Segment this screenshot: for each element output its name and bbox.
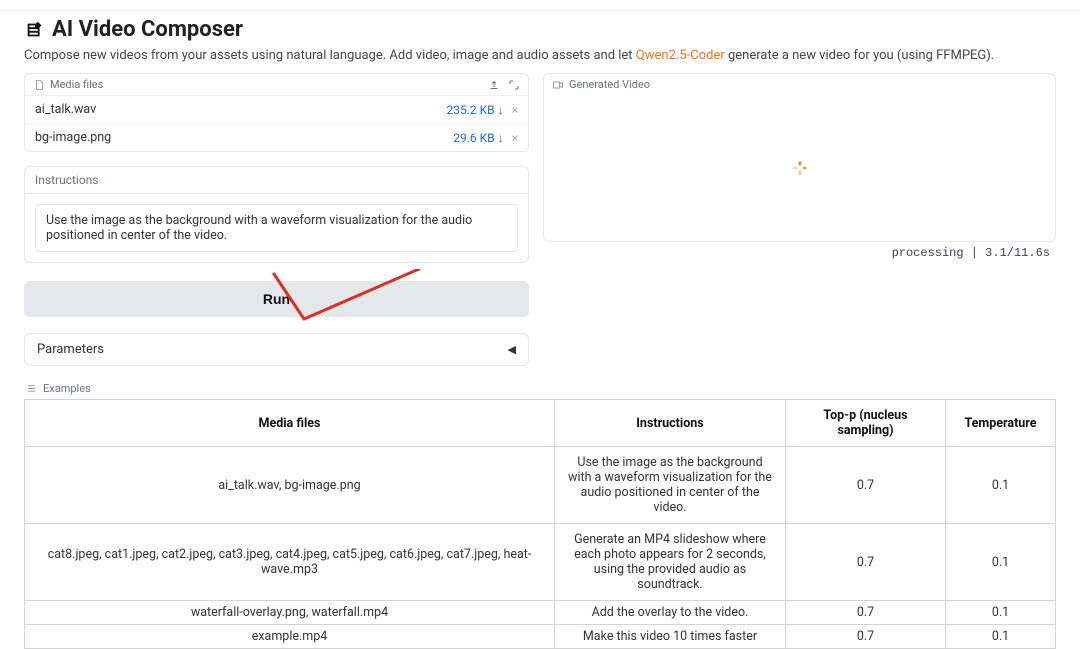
examples-row[interactable]: ai_talk.wav, bg-image.pngUse the image a… [25, 447, 1056, 524]
examples-cell: 0.1 [946, 601, 1056, 625]
page-subtitle: Compose new videos from your assets usin… [24, 48, 1056, 63]
file-icon [33, 79, 45, 91]
examples-row[interactable]: cat8.jpeg, cat1.jpeg, cat2.jpeg, cat3.jp… [25, 524, 1056, 601]
examples-cell: ai_talk.wav, bg-image.png [25, 447, 555, 524]
examples-cell: 0.7 [786, 625, 946, 649]
examples-cell: Use the image as the background with a w… [555, 447, 786, 524]
file-size[interactable]: 235.2 KB ↓ [446, 103, 503, 117]
loading-spinner-icon [792, 160, 808, 176]
examples-column-header: Top-p (nucleus sampling) [786, 400, 946, 447]
media-files-panel: Media files ai_talk.wav235.2 KB ↓×bg-ima… [24, 73, 529, 152]
expand-icon[interactable] [508, 79, 520, 91]
media-files-label: Media files [50, 78, 103, 91]
file-name: bg-image.png [35, 130, 111, 145]
examples-column-header: Instructions [555, 400, 786, 447]
run-button[interactable]: Run [24, 281, 529, 317]
examples-column-header: Temperature [946, 400, 1056, 447]
examples-cell: cat8.jpeg, cat1.jpeg, cat2.jpeg, cat3.jp… [25, 524, 555, 601]
examples-cell: Generate an MP4 slideshow where each pho… [555, 524, 786, 601]
examples-cell: 0.7 [786, 601, 946, 625]
model-link[interactable]: Qwen2.5-Coder [636, 48, 725, 63]
file-size[interactable]: 29.6 KB ↓ [453, 131, 503, 145]
caret-left-icon: ◀ [508, 343, 516, 356]
remove-file-icon[interactable]: × [512, 131, 518, 145]
generated-video-label: Generated Video [569, 78, 650, 91]
list-icon [26, 383, 38, 395]
examples-cell: 0.7 [786, 524, 946, 601]
examples-cell: Add the overlay to the video. [555, 601, 786, 625]
file-name: ai_talk.wav [35, 102, 96, 117]
examples-row[interactable]: example.mp4Make this video 10 times fast… [25, 625, 1056, 649]
examples-cell: 0.1 [946, 447, 1056, 524]
app-logo-icon [24, 19, 46, 41]
instructions-input[interactable]: Use the image as the background with a w… [35, 204, 518, 252]
examples-cell: waterfall-overlay.png, waterfall.mp4 [25, 601, 555, 625]
parameters-accordion[interactable]: Parameters ◀ [24, 333, 529, 366]
generated-video-panel: Generated Video [543, 73, 1056, 242]
examples-cell: Make this video 10 times faster [555, 625, 786, 649]
instructions-label: Instructions [24, 166, 529, 193]
examples-table: Media filesInstructionsTop-p (nucleus sa… [24, 399, 1056, 649]
examples-cell: 0.1 [946, 625, 1056, 649]
examples-label: Examples [24, 382, 1056, 399]
file-row[interactable]: ai_talk.wav 235.2 KB ↓ × [25, 96, 528, 124]
processing-status: processing | 3.1/11.6s [543, 242, 1056, 262]
examples-row[interactable]: waterfall-overlay.png, waterfall.mp4Add … [25, 601, 1056, 625]
parameters-label: Parameters [37, 342, 104, 357]
examples-cell: 0.1 [946, 524, 1056, 601]
examples-column-header: Media files [25, 400, 555, 447]
page-title: AI Video Composer [52, 17, 243, 42]
file-row[interactable]: bg-image.png 29.6 KB ↓ × [25, 124, 528, 151]
examples-cell: 0.7 [786, 447, 946, 524]
examples-cell: example.mp4 [25, 625, 555, 649]
video-icon [552, 79, 564, 91]
upload-icon[interactable] [488, 79, 500, 91]
remove-file-icon[interactable]: × [512, 103, 518, 117]
